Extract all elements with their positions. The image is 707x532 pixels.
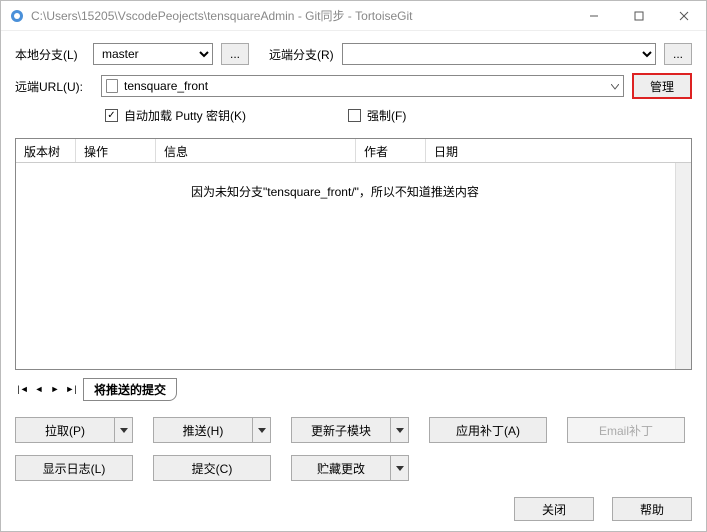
remote-url-combo[interactable]: tensquare_front bbox=[101, 75, 624, 97]
autoload-putty-label: 自动加载 Putty 密钥(K) bbox=[124, 107, 246, 124]
commit-button[interactable]: 提交(C) bbox=[153, 455, 271, 481]
update-submodule-dropdown[interactable] bbox=[391, 417, 409, 443]
tab-push-commits[interactable]: 将推送的提交 bbox=[83, 378, 177, 401]
tab-last-icon[interactable]: ►| bbox=[63, 381, 79, 397]
minimize-button[interactable] bbox=[571, 1, 616, 30]
remote-branch-select[interactable] bbox=[342, 43, 656, 65]
autoload-putty-checkbox[interactable] bbox=[105, 109, 118, 122]
tab-next-icon[interactable]: ► bbox=[47, 381, 63, 397]
vertical-scrollbar[interactable] bbox=[675, 163, 691, 369]
tab-nav-arrows: |◄ ◄ ► ►| bbox=[15, 381, 79, 397]
col-info[interactable]: 信息 bbox=[156, 139, 356, 162]
stash-button[interactable]: 贮藏更改 bbox=[291, 455, 409, 481]
help-button[interactable]: 帮助 bbox=[612, 497, 692, 521]
maximize-button[interactable] bbox=[616, 1, 661, 30]
file-icon bbox=[106, 79, 118, 93]
manage-button[interactable]: 管理 bbox=[632, 73, 692, 99]
update-submodule-button[interactable]: 更新子模块 bbox=[291, 417, 409, 443]
tab-first-icon[interactable]: |◄ bbox=[15, 381, 31, 397]
remote-url-value: tensquare_front bbox=[124, 79, 208, 93]
show-log-button[interactable]: 显示日志(L) bbox=[15, 455, 133, 481]
col-action[interactable]: 操作 bbox=[76, 139, 156, 162]
local-branch-browse-button[interactable]: ... bbox=[221, 43, 249, 65]
table-info-message: 因为未知分支"tensquare_front/"，所以不知道推送内容 bbox=[16, 163, 691, 200]
window-title: C:\Users\15205\VscodePeojects\tensquareA… bbox=[31, 7, 571, 24]
close-dialog-button[interactable]: 关闭 bbox=[514, 497, 594, 521]
local-branch-select[interactable]: master bbox=[93, 43, 213, 65]
table-header: 版本树 操作 信息 作者 日期 bbox=[16, 139, 691, 163]
pull-dropdown[interactable] bbox=[115, 417, 133, 443]
remote-url-label: 远端URL(U): bbox=[15, 78, 93, 95]
force-checkbox[interactable] bbox=[348, 109, 361, 122]
force-label: 强制(F) bbox=[367, 107, 406, 124]
push-dropdown[interactable] bbox=[253, 417, 271, 443]
apply-patch-button[interactable]: 应用补丁(A) bbox=[429, 417, 547, 443]
push-button[interactable]: 推送(H) bbox=[153, 417, 271, 443]
local-branch-label: 本地分支(L) bbox=[15, 46, 85, 63]
remote-branch-label: 远端分支(R) bbox=[269, 46, 334, 63]
chevron-down-icon bbox=[611, 79, 619, 93]
col-date[interactable]: 日期 bbox=[426, 139, 691, 162]
stash-dropdown[interactable] bbox=[391, 455, 409, 481]
app-icon bbox=[9, 8, 25, 24]
git-sync-dialog: C:\Users\15205\VscodePeojects\tensquareA… bbox=[0, 0, 707, 532]
email-patch-button: Email补丁 bbox=[567, 417, 685, 443]
col-author[interactable]: 作者 bbox=[356, 139, 426, 162]
tab-prev-icon[interactable]: ◄ bbox=[31, 381, 47, 397]
remote-branch-browse-button[interactable]: ... bbox=[664, 43, 692, 65]
col-tree[interactable]: 版本树 bbox=[16, 139, 76, 162]
close-button[interactable] bbox=[661, 1, 706, 30]
pull-button[interactable]: 拉取(P) bbox=[15, 417, 133, 443]
commit-table: 版本树 操作 信息 作者 日期 因为未知分支"tensquare_front/"… bbox=[15, 138, 692, 370]
titlebar: C:\Users\15205\VscodePeojects\tensquareA… bbox=[1, 1, 706, 31]
